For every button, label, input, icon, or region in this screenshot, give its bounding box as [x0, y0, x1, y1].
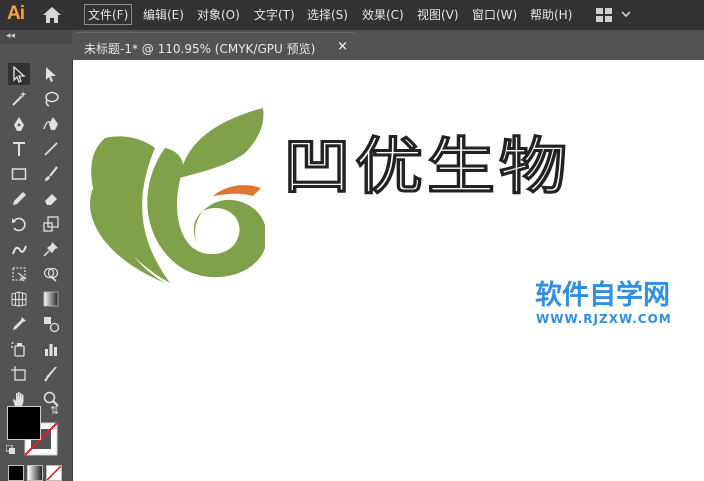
type-t-icon: [13, 142, 25, 156]
menu-type[interactable]: 文字(T): [254, 6, 295, 23]
watermark-title: 软件自学网: [535, 280, 670, 311]
logo-leaf-right: [180, 108, 264, 178]
default-colors-icon[interactable]: [6, 445, 16, 455]
rotate-tool[interactable]: [8, 213, 30, 235]
magic-wand-icon: [12, 91, 27, 106]
pen-tool[interactable]: [8, 113, 30, 135]
eyedropper-tool[interactable]: [8, 313, 30, 335]
blend-tool[interactable]: [40, 313, 62, 335]
curvature-pen-icon: [43, 117, 58, 130]
eyedropper-icon: [13, 317, 26, 330]
paintbrush-icon: [45, 166, 58, 181]
free-transform-tool[interactable]: [8, 263, 30, 285]
leaf-logo-graphic[interactable]: [85, 108, 265, 283]
shaper-tool[interactable]: [8, 188, 30, 210]
selection-arrow-icon: [13, 65, 26, 83]
slice-tool[interactable]: [40, 363, 62, 385]
slice-knife-icon: [44, 367, 57, 382]
type-tool[interactable]: [8, 138, 30, 160]
artboard-tool[interactable]: [8, 363, 30, 385]
column-graph-tool[interactable]: [40, 338, 62, 360]
document-tab-title: 未标题-1* @ 110.95% (CMYK/GPU 预览): [84, 42, 316, 56]
scale-icon: [43, 216, 59, 232]
menu-view[interactable]: 视图(V): [417, 6, 459, 23]
close-icon[interactable]: ×: [337, 39, 348, 54]
menu-file[interactable]: 文件(F): [84, 4, 133, 25]
selection-tool[interactable]: [8, 63, 30, 85]
menu-edit[interactable]: 编辑(E): [143, 6, 184, 23]
menu-object[interactable]: 对象(O): [197, 6, 240, 23]
column-graph-icon: [45, 344, 57, 356]
tools-panel-header[interactable]: ◂◂: [0, 30, 72, 44]
document-tab-bar: 未标题-1* @ 110.95% (CMYK/GPU 预览) ×: [72, 30, 704, 61]
menu-help[interactable]: 帮助(H): [530, 6, 572, 23]
document-tab[interactable]: 未标题-1* @ 110.95% (CMYK/GPU 预览) ×: [76, 32, 354, 61]
direct-selection-arrow-icon: [46, 67, 56, 82]
watermark-url: WWW.RJZXW.COM: [536, 312, 672, 326]
pen-nib-icon: [14, 117, 24, 131]
gradient-icon: [43, 291, 59, 307]
color-mode-button[interactable]: [8, 465, 24, 481]
logo-orange-accent: [213, 185, 261, 196]
pencil-icon: [13, 192, 26, 205]
rectangle-tool[interactable]: [8, 163, 30, 185]
warp-icon: [12, 245, 27, 255]
swap-colors-icon[interactable]: ⇅: [50, 404, 59, 417]
symbol-sprayer-tool[interactable]: [8, 338, 30, 360]
shape-builder-tool[interactable]: [40, 263, 62, 285]
gradient-mode-button[interactable]: [27, 465, 43, 481]
fill-color-swatch[interactable]: [7, 406, 41, 440]
paintbrush-tool[interactable]: [40, 163, 62, 185]
direct-selection-tool[interactable]: [40, 63, 62, 85]
line-segment-tool[interactable]: [40, 138, 62, 160]
company-name-outline[interactable]: 凹优生物: [282, 136, 571, 198]
free-transform-icon: [12, 267, 28, 282]
menu-window[interactable]: 窗口(W): [472, 6, 517, 23]
none-mode-button[interactable]: [46, 465, 62, 481]
gradient-tool[interactable]: [40, 288, 62, 310]
curvature-tool[interactable]: [40, 113, 62, 135]
shape-builder-icon: [43, 267, 59, 282]
artboard-canvas[interactable]: 凹优生物 软件自学网 WWW.RJZXW.COM: [73, 60, 704, 481]
perspective-grid-tool[interactable]: [8, 288, 30, 310]
line-segment-icon: [44, 142, 58, 156]
rectangle-icon: [11, 168, 27, 180]
perspective-grid-icon: [11, 291, 27, 307]
workspace-switcher-icon[interactable]: [596, 8, 632, 22]
scale-tool[interactable]: [40, 213, 62, 235]
warp-tool[interactable]: [8, 238, 30, 260]
magic-wand-tool[interactable]: [8, 88, 30, 110]
symbol-sprayer-icon: [11, 342, 25, 357]
eraser-icon: [45, 194, 57, 205]
puppet-warp-tool[interactable]: [40, 238, 62, 260]
collapse-icon[interactable]: ◂◂: [6, 31, 15, 41]
blend-icon: [44, 317, 60, 333]
tools-panel: ◂◂ ⇅: [0, 30, 73, 481]
menu-select[interactable]: 选择(S): [307, 6, 348, 23]
pushpin-icon: [43, 242, 58, 257]
lasso-icon: [45, 91, 59, 107]
home-icon[interactable]: [42, 6, 62, 24]
menu-bar: Ai 文件(F) 编辑(E) 对象(O) 文字(T) 选择(S) 效果(C) 视…: [0, 0, 704, 30]
lasso-tool[interactable]: [40, 88, 62, 110]
app-logo: Ai: [7, 3, 25, 24]
eraser-tool[interactable]: [40, 188, 62, 210]
artboard-icon: [11, 366, 26, 381]
rotate-icon: [12, 217, 26, 232]
menu-effect[interactable]: 效果(C): [362, 6, 404, 23]
